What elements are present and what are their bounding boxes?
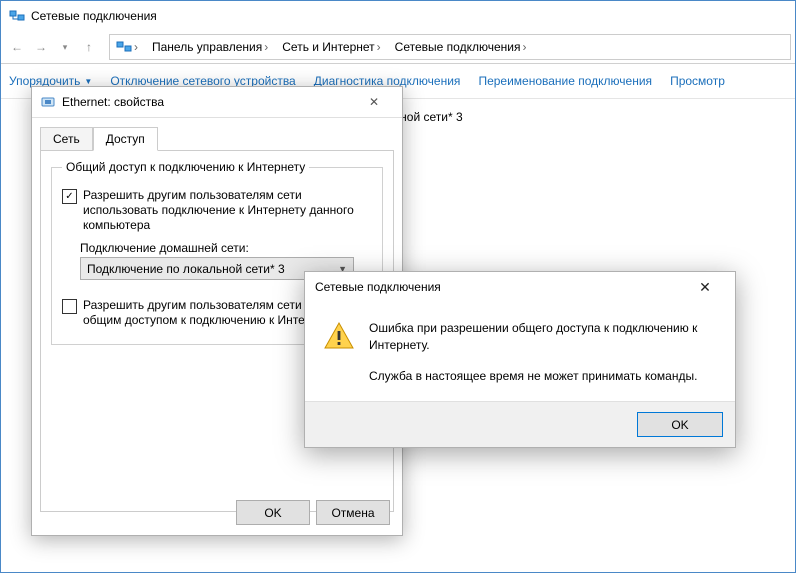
network-connections-window: Сетевые подключения ← → ▾ ↑ › Панель упр… bbox=[0, 0, 796, 573]
tab-strip: Сеть Доступ bbox=[32, 118, 402, 150]
nav-arrows: ← → ▾ ↑ bbox=[1, 35, 105, 59]
error-text: Ошибка при разрешении общего доступа к п… bbox=[369, 320, 717, 385]
error-dialog: Сетевые подключения ✕ Ошибка при разреше… bbox=[304, 271, 736, 448]
window-title: Сетевые подключения bbox=[31, 9, 157, 23]
allow-control-checkbox[interactable] bbox=[62, 299, 77, 314]
breadcrumb-segment[interactable]: Панель управления bbox=[152, 40, 262, 54]
cancel-button[interactable]: Отмена bbox=[316, 500, 390, 525]
dialog-button-row: OK Отмена bbox=[236, 500, 390, 525]
dialog-titlebar: Ethernet: свойства ✕ bbox=[32, 87, 402, 118]
dialog-title: Сетевые подключения bbox=[315, 280, 441, 294]
ethernet-icon bbox=[40, 94, 56, 110]
dialog-title: Ethernet: свойства bbox=[62, 95, 164, 109]
address-row: ← → ▾ ↑ › Панель управления› Сеть и Инте… bbox=[1, 31, 795, 64]
close-button[interactable]: ✕ bbox=[354, 88, 394, 116]
back-button[interactable]: ← bbox=[5, 35, 29, 59]
ok-button[interactable]: OK bbox=[637, 412, 723, 437]
dialog-button-row: OK bbox=[305, 401, 735, 447]
allow-sharing-label: Разрешить другим пользователям сети испо… bbox=[83, 188, 372, 233]
breadcrumb-segment[interactable]: Сеть и Интернет bbox=[282, 40, 374, 54]
close-button[interactable]: ✕ bbox=[685, 273, 725, 301]
error-line: Служба в настоящее время не может приним… bbox=[369, 368, 717, 385]
chevron-right-icon[interactable]: › bbox=[262, 40, 270, 54]
error-line: Ошибка при разрешении общего доступа к п… bbox=[369, 320, 717, 354]
connection-list: ная сеть Atheros AR9485 Wirel... Подключ… bbox=[361, 98, 795, 167]
tab-network[interactable]: Сеть bbox=[40, 127, 93, 151]
address-bar[interactable]: › Панель управления› Сеть и Интернет› Се… bbox=[109, 34, 791, 60]
history-button[interactable]: ▾ bbox=[53, 35, 77, 59]
dialog-titlebar: Сетевые подключения ✕ bbox=[305, 272, 735, 302]
home-network-label: Подключение домашней сети: bbox=[80, 241, 372, 255]
group-title: Общий доступ к подключению к Интернету bbox=[62, 160, 309, 174]
network-icon bbox=[116, 39, 132, 55]
chevron-right-icon[interactable]: › bbox=[132, 40, 140, 54]
warning-icon bbox=[323, 320, 355, 352]
network-icon bbox=[9, 8, 25, 24]
up-button[interactable]: ↑ bbox=[77, 35, 101, 59]
tab-sharing[interactable]: Доступ bbox=[93, 127, 158, 151]
select-value: Подключение по локальной сети* 3 bbox=[87, 262, 285, 276]
chevron-right-icon[interactable]: › bbox=[375, 40, 383, 54]
allow-sharing-checkbox[interactable] bbox=[62, 189, 77, 204]
ok-button[interactable]: OK bbox=[236, 500, 310, 525]
rename-button[interactable]: Переименование подключения bbox=[478, 74, 652, 88]
breadcrumb-segment[interactable]: Сетевые подключения bbox=[395, 40, 521, 54]
chevron-right-icon[interactable]: › bbox=[520, 40, 528, 54]
view-button[interactable]: Просмотр bbox=[670, 74, 725, 88]
window-titlebar: Сетевые подключения bbox=[1, 1, 795, 31]
forward-button[interactable]: → bbox=[29, 35, 53, 59]
